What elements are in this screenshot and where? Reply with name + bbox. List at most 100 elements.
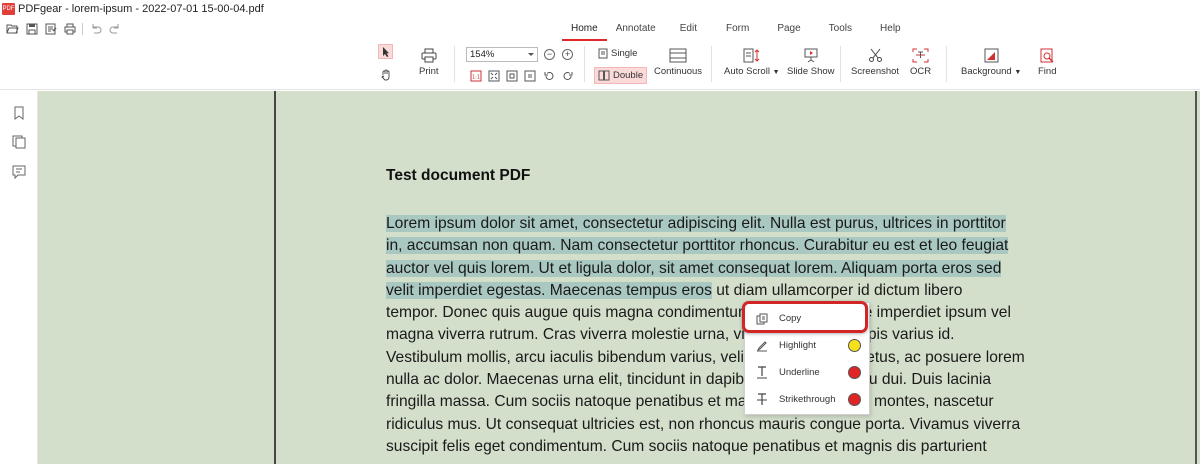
continuous-label: Continuous — [654, 66, 703, 77]
title-bar: PDF PDFgear - lorem-ipsum - 2022-07-01 1… — [0, 0, 1200, 18]
print-label: Print — [419, 66, 439, 77]
zoom-select[interactable]: 154% — [466, 47, 538, 62]
ribbon-separator — [711, 46, 712, 82]
selected-text[interactable]: velit imperdiet egestas. Maecenas tempus… — [386, 281, 712, 299]
fit-width-icon[interactable] — [506, 70, 518, 82]
copy-label: Copy — [779, 313, 802, 324]
screenshot-label: Screenshot — [851, 66, 900, 77]
undo-icon[interactable] — [89, 23, 102, 36]
cursor-arrow-icon — [382, 46, 389, 57]
chevron-down-icon: ▼ — [772, 69, 780, 76]
highlighter-icon — [755, 339, 769, 353]
slide-show-label: Slide Show — [787, 66, 835, 77]
ribbon-separator — [454, 46, 455, 82]
auto-scroll-label: Auto Scroll ▼ — [724, 66, 780, 77]
zoom-value: 154% — [470, 49, 495, 60]
find-icon — [1040, 48, 1054, 63]
double-page-icon — [598, 70, 610, 81]
text-line: ridiculus mus. Ut consequat ultricies es… — [386, 415, 1021, 433]
selected-text[interactable]: auctor vel quis lorem. Ut et ligula dolo… — [386, 259, 1002, 277]
find-button[interactable]: Find — [1038, 48, 1056, 77]
toolbar-separator — [82, 23, 83, 35]
tab-home[interactable]: Home — [562, 22, 607, 41]
thumbnails-icon[interactable] — [12, 135, 26, 149]
ribbon-separator — [840, 46, 841, 82]
window-title: PDFgear - lorem-ipsum - 2022-07-01 15-00… — [18, 3, 264, 15]
underline-label: Underline — [779, 367, 820, 378]
open-icon[interactable] — [6, 23, 19, 36]
comments-icon[interactable] — [12, 165, 26, 179]
ocr-label: OCR — [910, 66, 932, 77]
tab-tools[interactable]: Tools — [815, 22, 866, 38]
print-icon[interactable] — [63, 23, 76, 36]
zoom-in-button[interactable]: + — [562, 49, 573, 60]
hand-tool[interactable] — [378, 67, 393, 82]
rotate-right-icon[interactable] — [562, 70, 574, 82]
ocr-button[interactable]: OCR — [910, 48, 931, 77]
strikethrough-icon — [755, 393, 769, 407]
text-line: suscipit felis eget condimentum. Cum soc… — [386, 437, 987, 455]
strikethrough-color-swatch[interactable] — [848, 393, 861, 406]
ribbon-separator — [946, 46, 947, 82]
page-left-edge — [274, 91, 276, 464]
highlight-label: Highlight — [779, 340, 816, 351]
single-page-button[interactable]: Single — [598, 46, 637, 60]
highlight-menu-item[interactable]: Highlight — [745, 332, 871, 359]
slide-show-button[interactable]: Slide Show — [787, 48, 835, 77]
copy-menu-item[interactable]: Copy — [745, 305, 871, 332]
print-button[interactable]: Print — [419, 48, 439, 77]
document-viewer[interactable]: Test document PDF Lorem ipsum dolor sit … — [38, 91, 1200, 464]
svg-text:1:1: 1:1 — [472, 75, 480, 81]
save-as-icon[interactable] — [44, 23, 57, 36]
strikethrough-menu-item[interactable]: Strikethrough — [745, 386, 871, 413]
ribbon-separator — [584, 46, 585, 82]
printer-icon — [421, 48, 437, 63]
underline-icon — [755, 366, 769, 380]
tab-edit[interactable]: Edit — [665, 22, 712, 38]
tab-page[interactable]: Page — [763, 22, 814, 38]
text-line: auctor vel quis lorem. Ut et ligula dolo… — [386, 258, 1106, 280]
selected-text[interactable]: in, accumsan non quam. Nam consectetur p… — [386, 237, 1009, 255]
highlight-color-swatch[interactable] — [848, 339, 861, 352]
slide-show-icon — [804, 48, 818, 63]
single-page-icon — [598, 48, 608, 58]
background-button[interactable]: Background ▼ — [961, 48, 1021, 77]
text-line: in, accumsan non quam. Nam consectetur p… — [386, 235, 1106, 257]
continuous-button[interactable]: Continuous — [654, 48, 702, 77]
fit-visible-icon[interactable] — [524, 70, 536, 82]
background-icon — [984, 48, 999, 63]
quick-access-toolbar — [6, 20, 121, 38]
tab-annotate[interactable]: Annotate — [607, 22, 665, 38]
continuous-icon — [669, 48, 687, 63]
auto-scroll-button[interactable]: Auto Scroll ▼ — [724, 48, 780, 77]
pdfgear-window: PDF PDFgear - lorem-ipsum - 2022-07-01 1… — [0, 0, 1200, 464]
auto-scroll-icon — [743, 48, 760, 63]
bookmark-icon[interactable] — [12, 106, 26, 120]
copy-icon — [755, 312, 769, 326]
home-ribbon: Print 154% − + 1:1 Single Double Continu… — [0, 40, 1200, 90]
save-icon[interactable] — [25, 23, 38, 36]
actual-size-icon[interactable]: 1:1 — [470, 70, 482, 82]
ocr-icon — [912, 48, 929, 63]
tab-help[interactable]: Help — [866, 22, 915, 38]
select-tool[interactable] — [378, 44, 393, 59]
page-right-edge — [1195, 91, 1197, 464]
underline-menu-item[interactable]: Underline — [745, 359, 871, 386]
chevron-down-icon — [528, 53, 534, 56]
rotate-left-icon[interactable] — [543, 70, 555, 82]
zoom-out-button[interactable]: − — [544, 49, 555, 60]
redo-icon[interactable] — [108, 23, 121, 36]
hand-icon — [380, 69, 389, 80]
screenshot-button[interactable]: Screenshot — [851, 48, 899, 77]
tab-form[interactable]: Form — [712, 22, 763, 38]
underline-color-swatch[interactable] — [848, 366, 861, 379]
selection-context-menu: Copy Highlight Underline Strikethrough — [744, 302, 870, 415]
minus-icon: − — [546, 49, 553, 59]
menu-tabs: Home Annotate Edit Form Page Tools Help — [562, 22, 915, 41]
double-page-button[interactable]: Double — [594, 67, 648, 84]
document-heading: Test document PDF — [386, 167, 531, 184]
fit-page-icon[interactable] — [488, 70, 500, 82]
find-label: Find — [1038, 66, 1057, 77]
scissors-icon — [868, 48, 882, 62]
selected-text[interactable]: Lorem ipsum dolor sit amet, consectetur … — [386, 215, 1006, 232]
